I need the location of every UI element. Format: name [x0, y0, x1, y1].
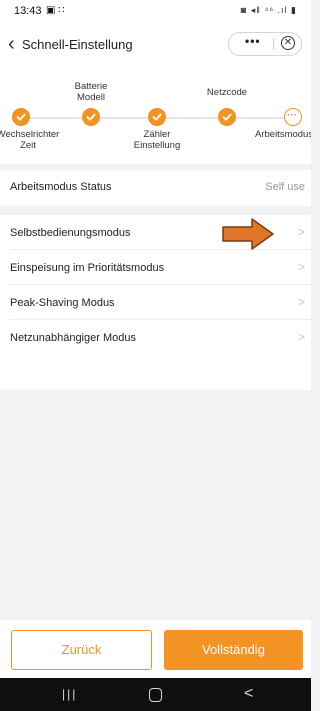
mode-item-label: Einspeisung im Prioritätsmodus	[10, 262, 165, 274]
recent-apps-icon[interactable]: |||	[62, 687, 77, 701]
mode-item-label: Netzunabhängiger Modus	[10, 332, 136, 344]
mini-program-capsule: ••• ✕	[228, 32, 302, 56]
notification-icons: ▣ ∷	[46, 5, 65, 16]
page-title: Schnell-Einstellung	[22, 37, 133, 52]
complete-button[interactable]: Vollständig	[164, 630, 303, 670]
mode-item-peak-shaving[interactable]: Peak-Shaving Modus >	[0, 285, 311, 320]
more-icon[interactable]: •••	[245, 34, 261, 48]
system-back-icon[interactable]: <	[244, 685, 253, 703]
mode-item-label: Peak-Shaving Modus	[10, 297, 115, 309]
step-label-meter-setting: Zähler Einstellung	[133, 129, 181, 151]
header: ‹ Schnell-Einstellung ••• ✕	[0, 22, 311, 68]
step-connector	[166, 117, 218, 119]
chevron-right-icon: >	[297, 295, 305, 309]
system-nav-bar: ||| <	[0, 678, 311, 711]
mode-item-feed-in-priority[interactable]: Einspeisung im Prioritätsmodus >	[0, 250, 311, 285]
step-connector	[100, 117, 148, 119]
status-time: 13:43	[14, 5, 42, 17]
progress-stepper: ··· Wechselrichter Zeit Batterie Modell …	[0, 68, 311, 164]
work-mode-status-label: Arbeitsmodus Status	[10, 181, 112, 193]
footer-bar: Zurück Vollständig	[0, 620, 311, 678]
step-label-work-mode: Arbeitsmodus	[255, 129, 311, 140]
step-label-grid-code: Netzcode	[206, 87, 248, 98]
chevron-right-icon: >	[297, 260, 305, 274]
step-done-check-icon	[12, 108, 30, 126]
step-done-check-icon	[218, 108, 236, 126]
chevron-right-icon: >	[297, 225, 305, 239]
step-label-inverter-time: Wechselrichter Zeit	[0, 129, 60, 151]
work-mode-status-row: Arbeitsmodus Status Self use	[0, 170, 311, 206]
system-status-icons: ◙ ◂ǁ ⁴⁶ .ıl ▮	[240, 5, 297, 15]
step-current-ellipsis-icon: ···	[284, 108, 302, 126]
annotation-arrow-icon	[222, 218, 274, 250]
step-done-check-icon	[148, 108, 166, 126]
back-button[interactable]: Zurück	[11, 630, 152, 670]
step-connector	[30, 117, 82, 119]
chevron-right-icon: >	[297, 330, 305, 344]
home-icon[interactable]	[149, 688, 162, 702]
work-mode-status-value: Self use	[265, 181, 305, 193]
mode-item-off-grid[interactable]: Netzunabhängiger Modus >	[0, 320, 311, 355]
step-label-battery-model: Batterie Modell	[74, 81, 108, 103]
capsule-divider	[273, 38, 274, 50]
step-done-check-icon	[82, 108, 100, 126]
close-icon[interactable]: ✕	[281, 36, 295, 50]
status-bar: 13:43 ▣ ∷ ◙ ◂ǁ ⁴⁶ .ıl ▮	[0, 0, 311, 22]
step-connector	[236, 117, 284, 119]
mode-item-label: Selbstbedienungsmodus	[10, 227, 131, 239]
